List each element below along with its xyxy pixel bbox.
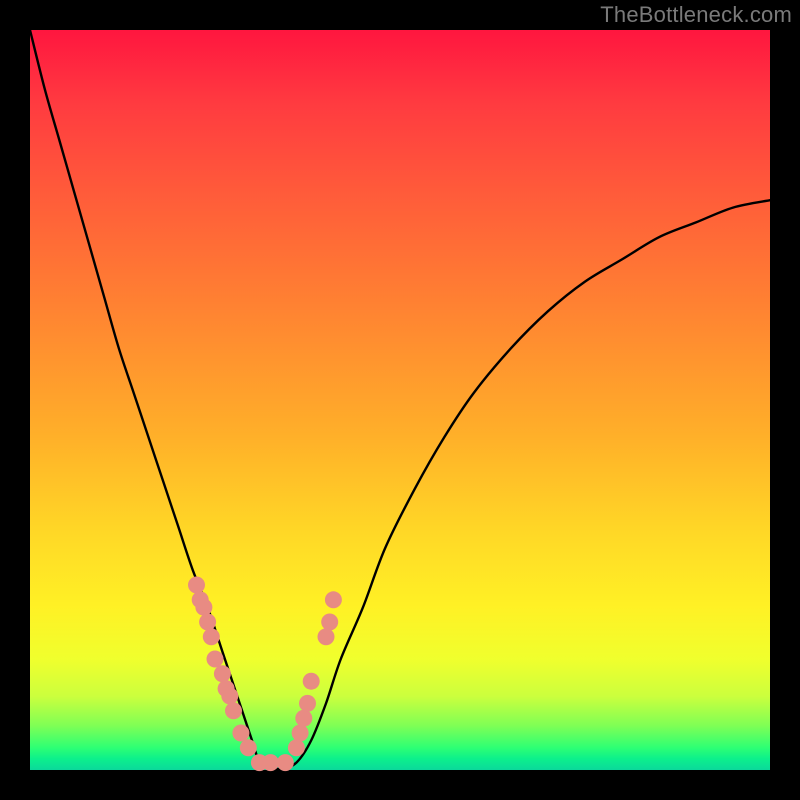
- data-point: [199, 614, 216, 631]
- data-point: [195, 599, 212, 616]
- data-point: [292, 725, 309, 742]
- data-points: [188, 577, 342, 772]
- data-point: [221, 688, 238, 705]
- data-point: [277, 754, 294, 771]
- data-point: [207, 651, 224, 668]
- data-point: [318, 628, 335, 645]
- data-point: [295, 710, 312, 727]
- watermark-text: TheBottleneck.com: [600, 2, 792, 28]
- data-point: [303, 673, 320, 690]
- data-point: [321, 614, 338, 631]
- chart-container: TheBottleneck.com: [0, 0, 800, 800]
- data-point: [232, 725, 249, 742]
- data-point: [214, 665, 231, 682]
- data-point: [262, 754, 279, 771]
- data-point: [240, 739, 257, 756]
- data-point: [203, 628, 220, 645]
- data-point: [325, 591, 342, 608]
- data-point: [188, 577, 205, 594]
- chart-svg: [30, 30, 770, 770]
- bottleneck-curve: [30, 30, 770, 769]
- data-point: [225, 702, 242, 719]
- plot-area: [30, 30, 770, 770]
- data-point: [299, 695, 316, 712]
- data-point: [288, 739, 305, 756]
